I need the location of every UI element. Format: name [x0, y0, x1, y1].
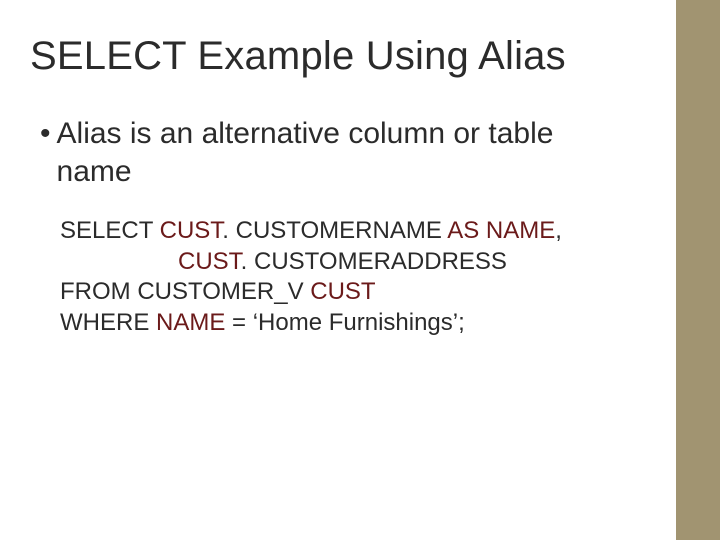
as-name: AS NAME: [447, 217, 555, 244]
bullet-line-1: •Alias is an alternative column or table: [40, 115, 676, 153]
comma: ,: [555, 217, 562, 244]
sql-code: SELECT CUST. CUSTOMERNAME AS NAME, CUST.…: [30, 216, 676, 339]
code-line-1: SELECT CUST. CUSTOMERNAME AS NAME,: [60, 216, 676, 247]
code-line-4: WHERE NAME = ‘Home Furnishings’;: [60, 308, 676, 339]
from-clause: FROM CUSTOMER_V: [60, 278, 310, 305]
bullet-item: •Alias is an alternative column or table…: [30, 115, 676, 192]
alias-cust-1: CUST: [160, 217, 223, 244]
bullet-marker: •: [40, 115, 51, 153]
alias-cust-3: CUST: [310, 278, 375, 305]
bullet-line-2: •name: [40, 153, 676, 191]
alias-cust-2: CUST: [178, 248, 241, 275]
col-customername: . CUSTOMERNAME: [222, 217, 447, 244]
where-kw: WHERE: [60, 309, 156, 336]
code-line-2: CUST. CUSTOMERADDRESS: [60, 247, 676, 278]
bullet-text-1: Alias is an alternative column or table: [57, 117, 554, 150]
where-name: NAME: [156, 309, 225, 336]
where-value: = ‘Home Furnishings’;: [225, 309, 464, 336]
slide-content: SELECT Example Using Alias •Alias is an …: [0, 0, 676, 540]
col-customeraddress: . CUSTOMERADDRESS: [241, 248, 507, 275]
slide-title: SELECT Example Using Alias: [30, 34, 676, 79]
kw-select: SELECT: [60, 217, 160, 244]
accent-sidebar: [676, 0, 720, 540]
code-line-3: FROM CUSTOMER_V CUST: [60, 277, 676, 308]
bullet-text-2: name: [57, 155, 132, 188]
